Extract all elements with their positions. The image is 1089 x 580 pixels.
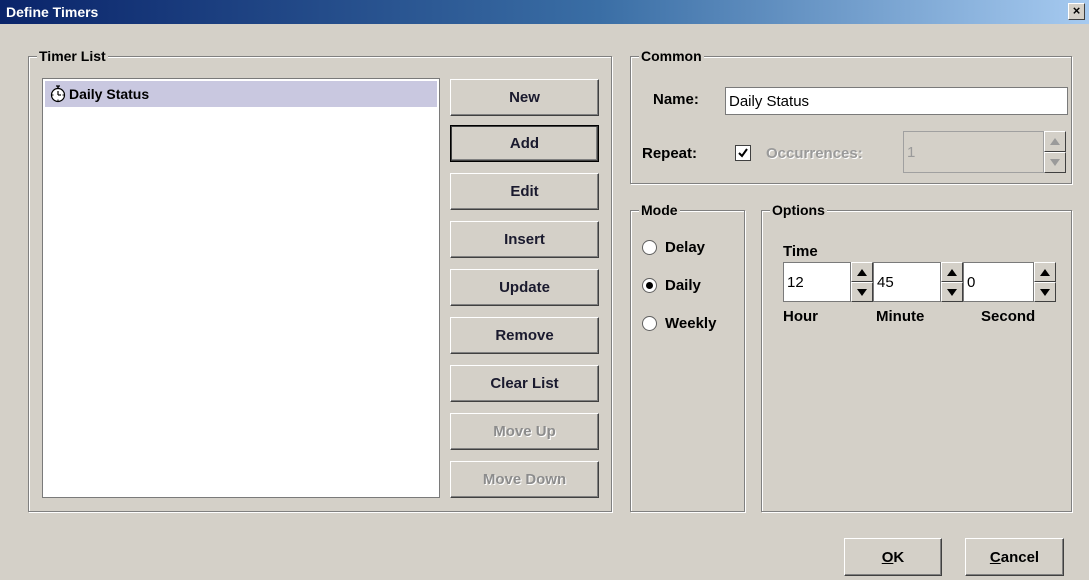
title-bar: Define Timers × xyxy=(0,0,1089,24)
ok-button[interactable]: OK xyxy=(844,538,942,576)
spin-down-arrow[interactable] xyxy=(851,282,873,302)
add-button[interactable]: Add xyxy=(450,125,599,162)
spin-down-arrow[interactable] xyxy=(941,282,963,302)
repeat-label: Repeat: xyxy=(642,145,698,162)
stopwatch-icon xyxy=(50,85,66,103)
time-label: Time xyxy=(783,243,818,260)
occurrences-label: Occurrences: xyxy=(766,145,863,162)
triangle-down-icon xyxy=(1050,159,1060,166)
hour-value: 12 xyxy=(787,273,804,291)
minute-stepper[interactable] xyxy=(941,262,963,302)
edit-button-label: Edit xyxy=(510,183,539,200)
timer-list-title: Timer List xyxy=(37,48,108,64)
common-title: Common xyxy=(639,48,704,64)
ok-label-rest: K xyxy=(893,548,905,566)
options-title: Options xyxy=(770,202,827,218)
remove-button-label: Remove xyxy=(495,327,554,344)
name-field-value: Daily Status xyxy=(729,92,810,110)
spin-down-arrow[interactable] xyxy=(1034,282,1056,302)
close-button[interactable]: × xyxy=(1068,3,1085,20)
move-up-button[interactable]: Move Up xyxy=(450,413,599,450)
spin-up-arrow[interactable] xyxy=(851,262,873,282)
radio-label: Daily xyxy=(665,277,701,294)
triangle-down-icon xyxy=(1040,288,1050,296)
move-up-button-label: Move Up xyxy=(493,423,556,440)
radio-button[interactable] xyxy=(642,278,657,293)
second-field[interactable]: 0 xyxy=(963,262,1034,302)
triangle-up-icon xyxy=(947,268,957,276)
clear-list-button-label: Clear List xyxy=(490,375,559,392)
cancel-mnemonic: C xyxy=(989,548,1001,566)
triangle-up-icon xyxy=(1050,138,1060,145)
cancel-label-rest: ancel xyxy=(1000,548,1040,566)
mode-option-delay[interactable]: Delay xyxy=(642,239,705,256)
triangle-up-icon xyxy=(857,268,867,276)
spin-down-arrow[interactable] xyxy=(1044,152,1066,173)
clear-list-button[interactable]: Clear List xyxy=(450,365,599,402)
mode-option-daily[interactable]: Daily xyxy=(642,277,701,294)
list-item-label: Daily Status xyxy=(69,86,150,102)
radio-button[interactable] xyxy=(642,240,657,255)
name-field[interactable]: Daily Status xyxy=(725,87,1068,115)
radio-label: Weekly xyxy=(665,315,717,332)
insert-button[interactable]: Insert xyxy=(450,221,599,258)
checkmark-icon xyxy=(738,148,748,158)
hour-field[interactable]: 12 xyxy=(783,262,851,302)
move-down-button-label: Move Down xyxy=(482,471,567,488)
new-button-label: New xyxy=(509,89,540,106)
update-button-label: Update xyxy=(499,279,550,296)
minute-label: Minute xyxy=(876,308,925,325)
occurrences-stepper[interactable] xyxy=(1044,131,1066,173)
second-value: 0 xyxy=(967,273,976,291)
update-button[interactable]: Update xyxy=(450,269,599,306)
list-item[interactable]: Daily Status xyxy=(45,81,437,107)
radio-button[interactable] xyxy=(642,316,657,331)
mode-title: Mode xyxy=(639,202,680,218)
repeat-checkbox[interactable] xyxy=(735,145,751,161)
spin-up-arrow[interactable] xyxy=(941,262,963,282)
timer-listbox[interactable]: Daily Status xyxy=(42,78,440,498)
remove-button[interactable]: Remove xyxy=(450,317,599,354)
hour-stepper[interactable] xyxy=(851,262,873,302)
minute-value: 45 xyxy=(877,273,894,291)
mode-option-weekly[interactable]: Weekly xyxy=(642,315,716,332)
hour-label: Hour xyxy=(783,308,818,325)
close-icon[interactable]: × xyxy=(1073,3,1081,18)
ok-mnemonic: O xyxy=(881,548,894,566)
occurrences-field[interactable]: 1 xyxy=(903,131,1044,173)
second-label: Second xyxy=(981,308,1036,325)
cancel-button[interactable]: Cancel xyxy=(965,538,1064,576)
window-title: Define Timers xyxy=(6,4,99,20)
triangle-down-icon xyxy=(857,288,867,296)
name-label: Name: xyxy=(653,91,699,108)
move-down-button[interactable]: Move Down xyxy=(450,461,599,498)
minute-field[interactable]: 45 xyxy=(873,262,941,302)
insert-button-label: Insert xyxy=(504,231,545,248)
occurrences-value: 1 xyxy=(907,143,916,161)
new-button[interactable]: New xyxy=(450,79,599,116)
edit-button[interactable]: Edit xyxy=(450,173,599,210)
add-button-label: Add xyxy=(509,135,540,152)
spin-up-arrow[interactable] xyxy=(1034,262,1056,282)
triangle-down-icon xyxy=(947,288,957,296)
spin-up-arrow[interactable] xyxy=(1044,131,1066,152)
second-stepper[interactable] xyxy=(1034,262,1056,302)
radio-label: Delay xyxy=(665,239,706,256)
triangle-up-icon xyxy=(1040,268,1050,276)
